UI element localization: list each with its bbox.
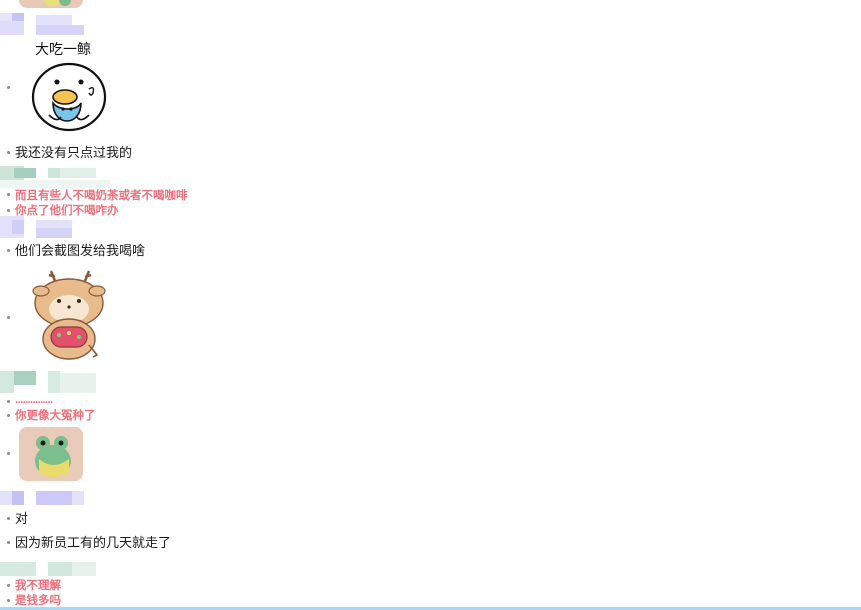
list-bullet — [7, 517, 10, 520]
chat-message: 是钱多吗 — [15, 593, 61, 607]
frog-illustration — [19, 427, 83, 481]
sticker-caption: 大吃一鲸 — [35, 42, 91, 58]
list-bullet — [7, 541, 10, 544]
list-bullet — [7, 151, 10, 154]
chat-message: 而且有些人不喝奶茶或者不喝咖啡 — [15, 188, 188, 202]
sender-avatar-blurred — [0, 371, 98, 393]
list-bullet — [7, 400, 10, 403]
chat-message: 他们会截图发给我喝啥 — [15, 244, 146, 259]
frog-sticker-partial[interactable] — [19, 0, 83, 8]
chat-message: 你更像大冤种了 — [15, 408, 96, 422]
sender-avatar-blurred — [0, 558, 96, 580]
chat-message: ............... — [15, 395, 53, 406]
list-bullet — [7, 193, 10, 196]
list-bullet — [7, 584, 10, 587]
duck-eat-illustration: 大吃一鲸 — [31, 42, 107, 132]
sender-avatar-blurred — [0, 166, 110, 188]
chat-message: 你点了他们不喝咋办 — [15, 203, 119, 217]
list-bullet — [7, 249, 10, 252]
list-bullet — [7, 86, 10, 89]
list-bullet — [7, 414, 10, 417]
list-bullet — [7, 316, 10, 319]
sender-avatar-blurred — [0, 216, 84, 238]
chat-message: 我不理解 — [15, 578, 61, 592]
sender-avatar-blurred — [0, 487, 84, 509]
list-bullet — [7, 209, 10, 212]
deer-cake-sticker[interactable] — [19, 265, 120, 366]
list-bullet — [7, 599, 10, 602]
sender-avatar-blurred — [0, 13, 84, 35]
chat-message: 我还没有只点过我的 — [15, 146, 133, 161]
chat-message: 因为新员工有的几天就走了 — [15, 536, 172, 551]
frog-sticker[interactable] — [19, 427, 83, 481]
duck-eat-sticker[interactable]: 大吃一鲸 — [19, 37, 120, 137]
deer-illustration — [32, 270, 106, 360]
list-bullet — [7, 452, 10, 455]
chat-message: 对 — [15, 512, 29, 527]
